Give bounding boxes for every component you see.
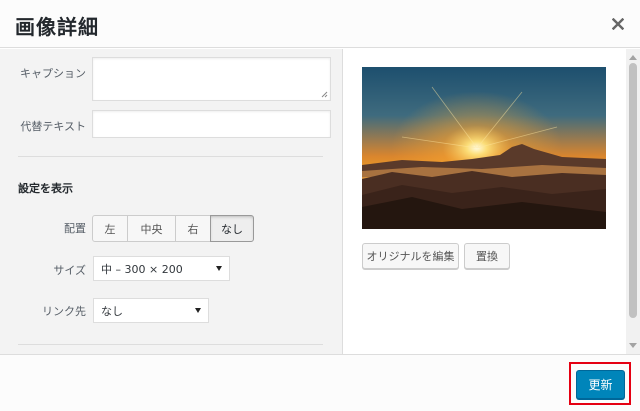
close-icon — [612, 18, 624, 30]
caption-textarea[interactable] — [92, 57, 331, 101]
link-select-value: なし — [101, 304, 123, 318]
link-select-arrow-icon — [195, 308, 201, 313]
align-label: 配置 — [64, 222, 86, 235]
sunrise-mountain-image — [362, 67, 606, 229]
edit-original-button[interactable]: オリジナルを編集 — [362, 243, 459, 269]
display-settings-title: 設定を表示 — [18, 182, 73, 195]
scroll-up-arrow-icon[interactable] — [629, 55, 637, 60]
scrollbar[interactable] — [626, 49, 640, 354]
align-left-button[interactable]: 左 — [92, 215, 128, 242]
modal-title: 画像詳細 — [15, 15, 99, 39]
caption-label: キャプション — [20, 67, 86, 80]
modal-footer — [0, 354, 640, 411]
preview-image — [362, 67, 606, 229]
replace-button[interactable]: 置換 — [464, 243, 510, 269]
align-none-button[interactable]: なし — [210, 215, 254, 242]
resize-handle-icon[interactable] — [321, 91, 328, 98]
preview-panel: オリジナルを編集 置換 — [344, 49, 626, 354]
divider — [18, 344, 323, 345]
update-button[interactable]: 更新 — [576, 370, 625, 399]
link-select[interactable]: なし — [93, 298, 209, 323]
size-select[interactable]: 中 – 300 × 200 — [93, 256, 230, 281]
divider — [18, 156, 323, 157]
scroll-thumb[interactable] — [629, 63, 637, 318]
alt-text-input[interactable] — [92, 110, 331, 138]
settings-panel: キャプション 代替テキスト 設定を表示 配置 左 中央 右 なし サイズ 中 –… — [0, 49, 343, 354]
align-button-group: 左 中央 右 なし — [92, 215, 254, 242]
scroll-down-arrow-icon[interactable] — [629, 343, 637, 348]
modal-header: 画像詳細 — [0, 0, 640, 48]
size-label: サイズ — [53, 264, 86, 277]
size-select-arrow-icon — [216, 266, 222, 271]
align-right-button[interactable]: 右 — [175, 215, 211, 242]
close-button[interactable] — [606, 12, 630, 36]
size-select-value: 中 – 300 × 200 — [101, 262, 183, 276]
align-center-button[interactable]: 中央 — [127, 215, 176, 242]
alt-text-label: 代替テキスト — [20, 120, 86, 133]
link-label: リンク先 — [42, 305, 86, 318]
